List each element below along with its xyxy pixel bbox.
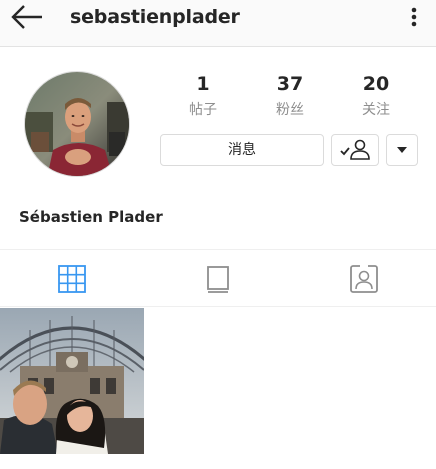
tab-tagged[interactable]: [348, 264, 380, 294]
profile-tab-bar: [0, 249, 436, 307]
top-bar: sebastienplader: [0, 0, 436, 47]
following-count: 20: [362, 73, 390, 95]
posts-stat[interactable]: 1 帖子: [163, 72, 243, 119]
profile-page: sebastienplader 1 帖子 37 粉丝 20 关注 消息 Séba…: [0, 0, 436, 469]
more-options-button[interactable]: [404, 5, 424, 31]
followers-count: 37: [276, 73, 304, 95]
profile-full-name: Sébastien Plader: [19, 208, 163, 226]
station-selfie-photo: [0, 308, 144, 454]
following-label: 关注: [362, 102, 390, 118]
following-button[interactable]: [331, 134, 379, 166]
username-title: sebastienplader: [70, 6, 240, 28]
message-button[interactable]: 消息: [160, 134, 324, 166]
suggested-dropdown-button[interactable]: [386, 134, 418, 166]
grid-icon: [58, 265, 86, 293]
posts-count: 1: [196, 73, 210, 95]
tab-grid[interactable]: [56, 264, 88, 294]
arrow-left-icon: [11, 5, 42, 29]
following-stat[interactable]: 20 关注: [336, 72, 416, 119]
followers-stat[interactable]: 37 粉丝: [250, 72, 330, 119]
list-view-icon: [207, 266, 229, 293]
posts-label: 帖子: [189, 102, 217, 118]
more-vertical-icon: [411, 7, 417, 27]
profile-photo: [25, 72, 129, 176]
user-check-icon: [340, 139, 370, 160]
triangle-down-icon: [397, 147, 407, 153]
followers-label: 粉丝: [276, 102, 304, 118]
tagged-person-icon: [350, 265, 378, 293]
post-thumbnail[interactable]: [0, 308, 144, 454]
back-button[interactable]: [8, 4, 48, 40]
tab-feed[interactable]: [202, 264, 234, 294]
avatar[interactable]: [24, 71, 130, 177]
